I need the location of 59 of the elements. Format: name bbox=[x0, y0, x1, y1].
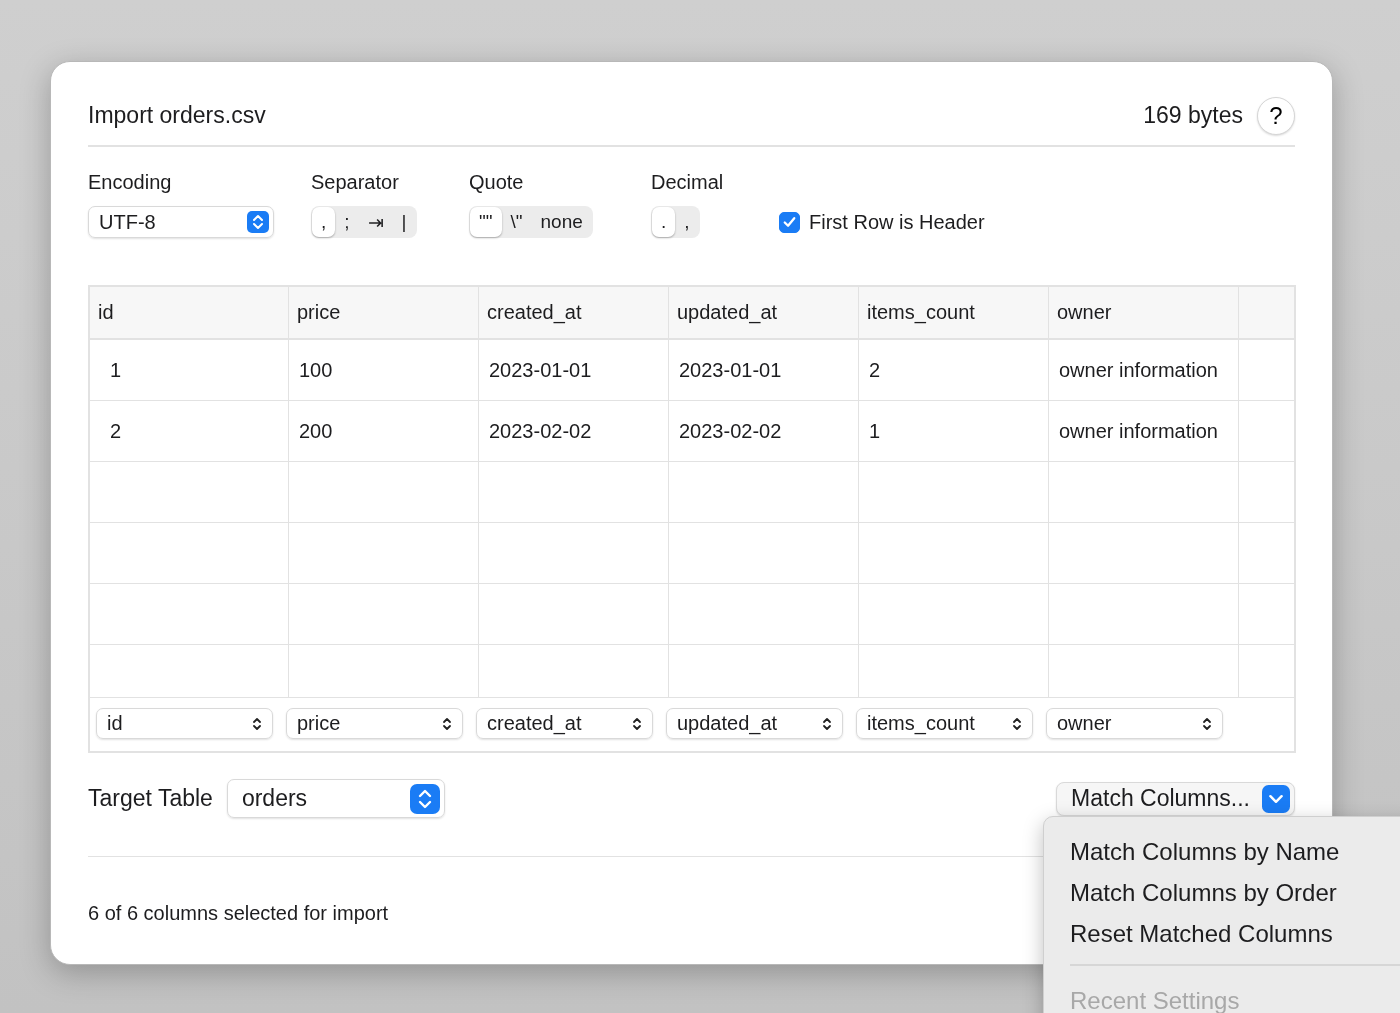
quote-option[interactable]: "" bbox=[470, 207, 502, 237]
stepper-icon bbox=[822, 715, 832, 732]
column-header: price bbox=[289, 287, 479, 338]
quote-option[interactable]: none bbox=[531, 207, 592, 237]
separator-option[interactable]: , bbox=[312, 207, 336, 237]
column-header: id bbox=[90, 287, 289, 338]
status-text: 6 of 6 columns selected for import bbox=[88, 902, 389, 925]
stepper-icon bbox=[632, 715, 642, 732]
column-mapping-dropdown[interactable]: updated_at bbox=[666, 708, 843, 739]
table-cell: 2 bbox=[859, 340, 1049, 400]
column-mapping-dropdown[interactable]: owner bbox=[1046, 708, 1223, 739]
quote-option[interactable]: \" bbox=[501, 207, 532, 237]
dialog-title: Import orders.csv bbox=[88, 102, 267, 129]
table-cell: 2023-02-02 bbox=[669, 401, 859, 461]
column-header: updated_at bbox=[669, 287, 859, 338]
table-cell: 2 bbox=[90, 401, 289, 461]
stepper-icon bbox=[1012, 715, 1022, 732]
checkbox-label: First Row is Header bbox=[809, 210, 985, 234]
column-mapping-dropdown[interactable]: price bbox=[286, 708, 463, 739]
table-cell: 100 bbox=[289, 340, 479, 400]
quote-label: Quote bbox=[469, 171, 525, 194]
stepper-icon bbox=[252, 715, 262, 732]
table-cell: 1 bbox=[90, 340, 289, 400]
table-cell: 1 bbox=[859, 401, 1049, 461]
decimal-option[interactable]: . bbox=[652, 207, 676, 237]
target-table-label: Target Table bbox=[88, 785, 213, 812]
target-table-dropdown[interactable]: orders bbox=[226, 779, 445, 818]
decimal-label: Decimal bbox=[651, 171, 725, 194]
table-cell: owner information bbox=[1049, 340, 1239, 400]
column-mapping-dropdown[interactable]: items_count bbox=[856, 708, 1033, 739]
header-checkbox[interactable] bbox=[779, 211, 800, 233]
separator-option[interactable]: ; bbox=[335, 207, 359, 237]
separator-option[interactable]: | bbox=[392, 207, 416, 237]
help-button[interactable]: ? bbox=[1257, 96, 1295, 135]
table-cell: 2023-02-02 bbox=[479, 401, 669, 461]
stepper-icon bbox=[247, 211, 269, 233]
encoding-dropdown[interactable]: UTF-8 bbox=[88, 206, 274, 238]
stepper-icon bbox=[1202, 715, 1212, 732]
column-mapping-dropdown[interactable]: id bbox=[96, 708, 273, 739]
column-header: created_at bbox=[479, 287, 669, 338]
encoding-label: Encoding bbox=[88, 171, 173, 194]
menu-item[interactable]: Match Columns by Order bbox=[1044, 872, 1363, 913]
decimal-option[interactable]: , bbox=[675, 207, 699, 237]
table-cell: owner information bbox=[1049, 401, 1239, 461]
stepper-icon bbox=[442, 715, 452, 732]
menu-item[interactable]: Reset Matched Columns bbox=[1044, 913, 1359, 954]
table-cell: 200 bbox=[289, 401, 479, 461]
stepper-icon bbox=[409, 783, 440, 814]
column-header: owner bbox=[1049, 287, 1239, 338]
table-cell: 2023-01-01 bbox=[479, 340, 669, 400]
chevron-down-icon bbox=[1262, 784, 1290, 813]
separator-option[interactable]: ⇥ bbox=[358, 207, 393, 237]
menu-item[interactable]: Match Columns by Name bbox=[1044, 831, 1366, 872]
column-mapping-dropdown[interactable]: created_at bbox=[476, 708, 653, 739]
match-columns-button[interactable]: Match Columns... bbox=[1056, 781, 1295, 816]
separator-label: Separator bbox=[311, 171, 400, 194]
table-cell: 2023-01-01 bbox=[669, 340, 859, 400]
column-header: items_count bbox=[859, 287, 1049, 338]
file-size: 169 bytes bbox=[1143, 102, 1243, 129]
